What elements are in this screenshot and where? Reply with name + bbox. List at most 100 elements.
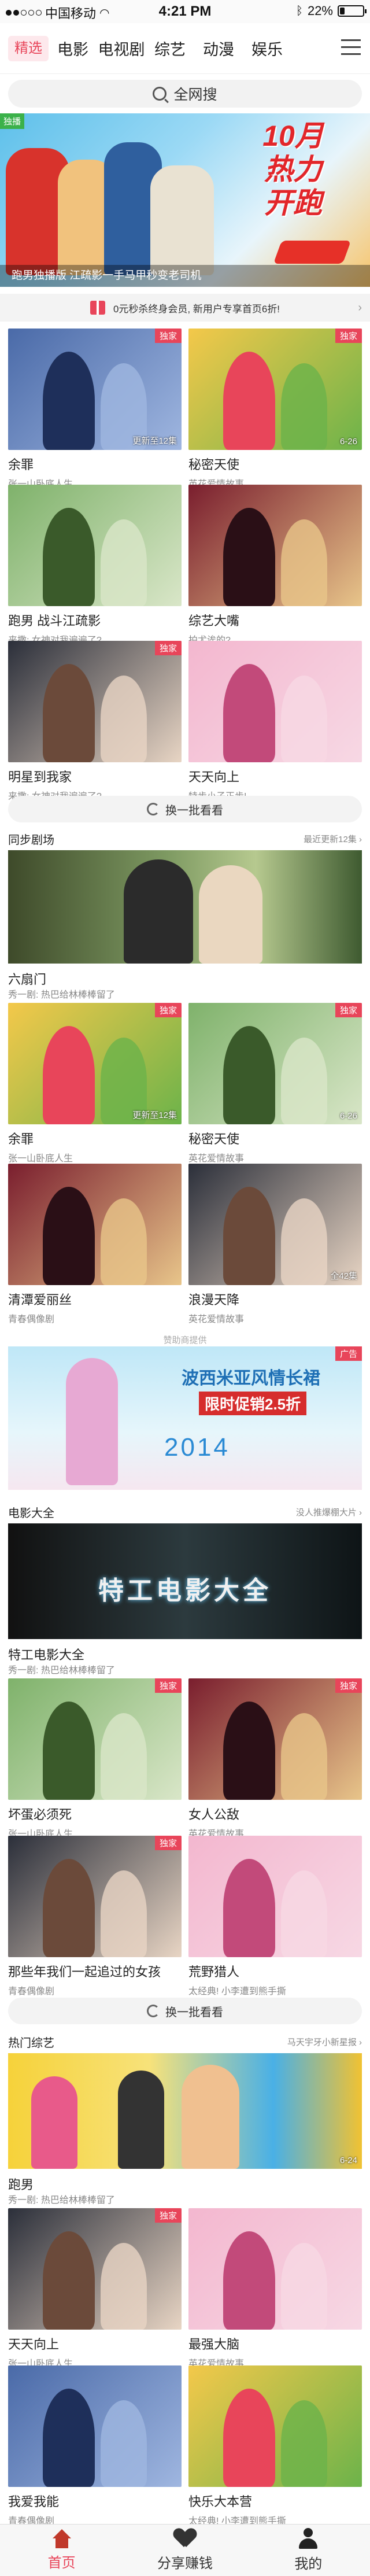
card-subtitle: 英花爱情故事	[188, 1154, 245, 1164]
tab-tv[interactable]: 电视剧	[97, 37, 146, 60]
card-thumbnail[interactable]	[8, 485, 182, 606]
exclusive-tag: 独家	[154, 329, 182, 343]
content-card[interactable]: 综艺大嘴拍尤诶的?	[188, 485, 362, 646]
search-icon	[153, 87, 167, 101]
exclusive-tag: 独家	[335, 1003, 362, 1017]
section-more-link[interactable]: 马天宇牙小新星报 ›	[287, 2036, 362, 2048]
card-title: 我爱我能	[8, 2494, 60, 2509]
tab-featured[interactable]: 精选	[8, 35, 49, 61]
content-card[interactable]: 最强大脑 英花爱情故事	[188, 2208, 362, 2370]
refresh-icon	[147, 2005, 160, 2017]
menu-icon[interactable]	[341, 39, 361, 57]
sync-main-title: 六扇门	[8, 972, 47, 987]
content-card[interactable]: 独家6-26秘密天使英花爱情故事	[188, 329, 362, 490]
section-header-variety: 热门综艺 马天宇牙小新星报 ›	[0, 2030, 370, 2053]
tab-share-label: 分享赚钱	[157, 2556, 213, 2571]
content-card[interactable]: 快乐大本营 太经典! 小李遭到熊手撕	[188, 2365, 362, 2527]
movie-main-thumb[interactable]: 特工电影大全	[8, 1523, 362, 1639]
content-card[interactable]: 独家 坏蛋必须死 张一山卧底人生	[8, 1678, 182, 1840]
banner-headline: 10月 热力 开跑	[262, 120, 324, 219]
section-header-sync: 同步剧场 最近更新12集 ›	[0, 827, 370, 850]
card-thumbnail[interactable]: 独家	[8, 2208, 182, 2330]
card-subtitle: 太经典! 小李遭到熊手撕	[188, 1987, 286, 1996]
update-label: 6-26	[339, 1111, 357, 1121]
content-card[interactable]: 天天向上特步小子正步!	[188, 641, 362, 802]
card-thumbnail[interactable]: 全42集	[188, 1164, 362, 1285]
swap-button[interactable]: 换一批看看	[8, 796, 362, 822]
exclusive-tag: 独家	[154, 2208, 182, 2223]
card-thumbnail[interactable]	[188, 2208, 362, 2330]
card-subtitle: 青春偶像剧	[8, 1315, 55, 1324]
card-thumbnail[interactable]	[188, 1836, 362, 1957]
content-card[interactable]: 我爱我能 青春偶像剧	[8, 2365, 182, 2527]
card-title: 清潭爱丽丝	[8, 1293, 72, 1307]
card-thumbnail[interactable]	[188, 485, 362, 606]
card-title: 那些年我们一起追过的女孩	[8, 1965, 161, 1979]
card-thumbnail[interactable]: 独家	[8, 641, 182, 762]
battery-icon	[338, 5, 367, 17]
variety-main-title: 跑男	[8, 2178, 34, 2192]
content-card[interactable]: 独家 天天向上 张一山卧底人生	[8, 2208, 182, 2370]
card-title: 女人公敌	[188, 1807, 240, 1822]
banner-plane-graphic	[273, 241, 352, 264]
card-thumbnail[interactable]: 独家	[8, 1678, 182, 1800]
card-thumbnail[interactable]	[188, 641, 362, 762]
card-thumbnail[interactable]: 独家更新至12集	[8, 329, 182, 450]
bottom-tab-bar: 首页 分享赚钱 我的	[0, 2524, 370, 2576]
card-thumbnail[interactable]: 独家	[8, 1836, 182, 1957]
update-label: 全42集	[330, 1271, 357, 1281]
section-more-link[interactable]: 没人推爆棚大片 ›	[296, 1506, 362, 1518]
search-input[interactable]: 全网搜	[8, 80, 362, 108]
card-title: 跑男 战斗江疏影	[8, 614, 101, 628]
section-more-link[interactable]: 最近更新12集 ›	[304, 833, 362, 845]
card-title: 浪漫天降	[188, 1293, 240, 1307]
card-thumbnail[interactable]: 独家 6-26	[188, 329, 362, 450]
banner-caption: 跑男独播版 江疏影一手马甲秒变老司机	[0, 265, 370, 287]
status-bar: 中国移动 ◠ 4:21 PM ᛒ 22%	[0, 0, 370, 23]
content-card[interactable]: 独家更新至12集余罪张一山卧底人生	[8, 329, 182, 490]
exclusive-tag: 独家	[154, 1836, 182, 1850]
card-title: 天天向上	[8, 2337, 60, 2352]
card-thumbnail[interactable]	[8, 1164, 182, 1285]
tab-variety[interactable]: 综艺	[146, 37, 194, 60]
tab-home-label: 首页	[47, 2555, 76, 2571]
tab-entertainment[interactable]: 娱乐	[243, 37, 291, 60]
card-thumbnail[interactable]	[8, 2365, 182, 2487]
ad-headline: 波西米亚风情长裙	[182, 1369, 320, 1388]
tab-movie[interactable]: 电影	[49, 37, 97, 60]
vip-promo-bar[interactable]: 0元秒杀终身会员, 新用户专享首页6折! ›	[0, 294, 370, 322]
exclusive-tag: 独家	[335, 329, 362, 343]
content-card[interactable]: 独家 女人公敌 英花爱情故事	[188, 1678, 362, 1840]
exclusive-tag: 独家	[154, 1678, 182, 1693]
card-thumbnail[interactable]: 独家 6-26	[188, 1003, 362, 1124]
exclusive-tag: 独家	[335, 1678, 362, 1693]
bluetooth-icon: ᛒ	[295, 4, 303, 17]
refresh-icon	[147, 803, 160, 815]
card-subtitle: 张一山卧底人生	[8, 1154, 73, 1164]
content-card[interactable]: 独家明星到我家来撒: 女神对我遍遍了?	[8, 641, 182, 802]
tab-home[interactable]: 首页	[0, 2525, 123, 2576]
sync-main-sub: 秀一剧: 热巴给林棒棒留了	[8, 990, 115, 1000]
content-card[interactable]: 独家更新至12集余罪张一山卧底人生	[8, 1003, 182, 1164]
card-thumbnail[interactable]: 独家 更新至12集	[8, 1003, 182, 1124]
content-card[interactable]: 清潭爱丽丝青春偶像剧	[8, 1164, 182, 1325]
card-thumbnail[interactable]: 独家	[188, 1678, 362, 1800]
swap-button[interactable]: 换一批看看	[8, 1998, 362, 2024]
sync-main-thumb[interactable]	[8, 850, 362, 964]
content-card[interactable]: 全42集 浪漫天降 英花爱情故事	[188, 1164, 362, 1325]
exclusive-tag: 独家	[154, 641, 182, 655]
content-card[interactable]: 独家6-26秘密天使英花爱情故事	[188, 1003, 362, 1164]
content-card[interactable]: 荒野猎人 太经典! 小李遭到熊手撕	[188, 1836, 362, 1997]
ad-banner[interactable]: 波西米亚风情长裙 限时促销2.5折 2014 广告	[8, 1346, 362, 1490]
card-thumbnail[interactable]	[188, 2365, 362, 2487]
card-title: 余罪	[8, 1132, 34, 1146]
content-card[interactable]: 跑男 战斗江疏影来撒: 女神对我遍遍了?	[8, 485, 182, 646]
tab-mine[interactable]: 我的	[247, 2525, 370, 2576]
movie-main-sub: 秀一剧: 热巴给林棒棒留了	[8, 1666, 115, 1675]
tab-share[interactable]: 分享赚钱	[123, 2525, 246, 2576]
hero-banner[interactable]: 10月 热力 开跑 独播 跑男独播版 江疏影一手马甲秒变老司机	[0, 113, 370, 287]
tab-anime[interactable]: 动漫	[194, 37, 243, 60]
update-label: 更新至12集	[132, 436, 177, 446]
variety-main-thumb[interactable]: 6-24	[8, 2053, 362, 2169]
content-card[interactable]: 独家 那些年我们一起追过的女孩 青春偶像剧	[8, 1836, 182, 1997]
